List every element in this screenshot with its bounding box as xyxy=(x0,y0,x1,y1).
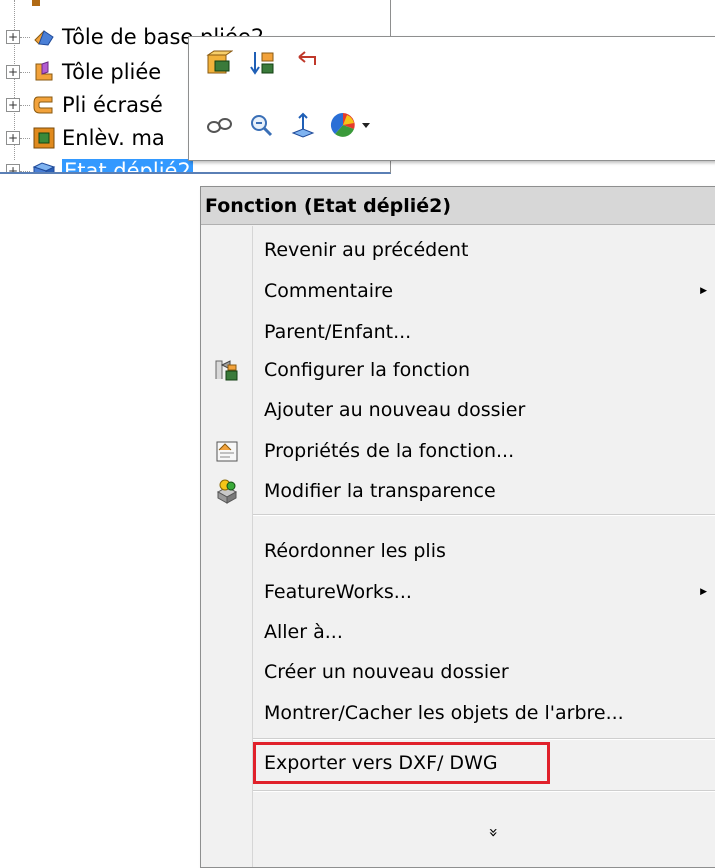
flatten-icon xyxy=(32,159,56,172)
menu-item-featureworks[interactable]: FeatureWorks... ▶ xyxy=(201,573,715,611)
tree-item-cut-extrude[interactable]: + Enlèv. ma xyxy=(6,121,165,155)
menu-item-label: Montrer/Cacher les objets de l'arbre... xyxy=(264,702,624,724)
menu-separator xyxy=(253,514,715,516)
expand-more-icon[interactable]: » xyxy=(485,823,504,843)
expand-icon[interactable]: + xyxy=(6,30,20,44)
menu-item-label: Aller à... xyxy=(264,621,343,643)
menu-item-label: Parent/Enfant... xyxy=(264,321,412,343)
menu-header: Fonction (Etat déplié2) xyxy=(201,187,715,225)
annotation-highlight-box xyxy=(253,742,550,784)
menu-separator xyxy=(253,738,715,740)
menu-item-label: FeatureWorks... xyxy=(264,581,412,603)
menu-item-revert[interactable]: Revenir au précédent xyxy=(201,231,715,269)
properties-icon xyxy=(201,432,252,470)
tree-item-sheet-metal[interactable]: + Tôle pliée xyxy=(6,55,161,89)
submenu-arrow-icon: ▶ xyxy=(700,286,707,296)
tree-item-label: Etat déplié2 xyxy=(62,159,193,172)
context-menu: Fonction (Etat déplié2) Revenir au précé… xyxy=(200,186,715,868)
tree-item-hem[interactable]: + Pli écrasé xyxy=(6,88,163,122)
hide-show-icon[interactable] xyxy=(203,109,235,141)
menu-item-comment[interactable]: Commentaire ▶ xyxy=(201,272,715,310)
configure-feature-icon xyxy=(201,351,252,389)
menu-item-label: Commentaire xyxy=(264,280,394,302)
normal-to-icon[interactable] xyxy=(287,109,319,141)
tree-item-partial-icon xyxy=(32,0,40,6)
tree-item-label: Tôle pliée xyxy=(62,60,162,84)
tree-item-label: Enlèv. ma xyxy=(62,126,165,150)
menu-item-label: Revenir au précédent xyxy=(264,239,469,261)
base-flange-icon xyxy=(32,25,56,49)
menu-item-transparency[interactable]: Modifier la transparence xyxy=(201,472,715,510)
tree-item-label: Pli écrasé xyxy=(62,93,163,117)
edit-feature-icon[interactable] xyxy=(203,47,235,79)
submenu-arrow-icon: ▶ xyxy=(700,587,707,597)
menu-separator xyxy=(253,790,715,792)
menu-item-show-hide-tree-items[interactable]: Montrer/Cacher les objets de l'arbre... xyxy=(201,694,715,732)
menu-item-go-to[interactable]: Aller à... xyxy=(201,613,715,651)
tree-item-flatten[interactable]: + Etat déplié2 xyxy=(6,154,193,172)
menu-item-label: Créer un nouveau dossier xyxy=(264,661,509,683)
menu-item-label: Réordonner les plis xyxy=(264,540,446,562)
dropdown-arrow-icon[interactable] xyxy=(359,109,373,141)
expand-icon[interactable]: + xyxy=(6,65,20,79)
menu-item-label: Propriétés de la fonction... xyxy=(264,440,515,462)
cut-extrude-icon xyxy=(32,126,56,150)
menu-item-add-to-folder[interactable]: Ajouter au nouveau dossier xyxy=(201,391,715,429)
hem-icon xyxy=(32,93,56,117)
menu-item-configure-feature[interactable]: Configurer la fonction xyxy=(201,351,715,389)
menu-item-create-folder[interactable]: Créer un nouveau dossier xyxy=(201,653,715,691)
zoom-to-selection-icon[interactable] xyxy=(245,109,277,141)
sheet-metal-icon xyxy=(32,60,56,84)
menu-item-label: Configurer la fonction xyxy=(264,359,471,381)
menu-item-label: Modifier la transparence xyxy=(264,480,496,502)
menu-item-parent-child[interactable]: Parent/Enfant... xyxy=(201,313,715,351)
expand-icon[interactable]: + xyxy=(6,98,20,112)
transparency-icon xyxy=(201,472,252,510)
context-toolbar xyxy=(188,36,715,161)
menu-item-reorder-bends[interactable]: Réordonner les plis xyxy=(201,532,715,570)
rollback-icon[interactable] xyxy=(247,47,279,79)
menu-item-label: Ajouter au nouveau dossier xyxy=(264,399,526,421)
appearance-icon[interactable] xyxy=(327,109,359,141)
expand-icon[interactable]: + xyxy=(6,131,20,145)
parent-child-icon[interactable] xyxy=(291,47,323,79)
expand-icon[interactable]: + xyxy=(6,164,20,172)
menu-item-feature-properties[interactable]: Propriétés de la fonction... xyxy=(201,432,715,470)
